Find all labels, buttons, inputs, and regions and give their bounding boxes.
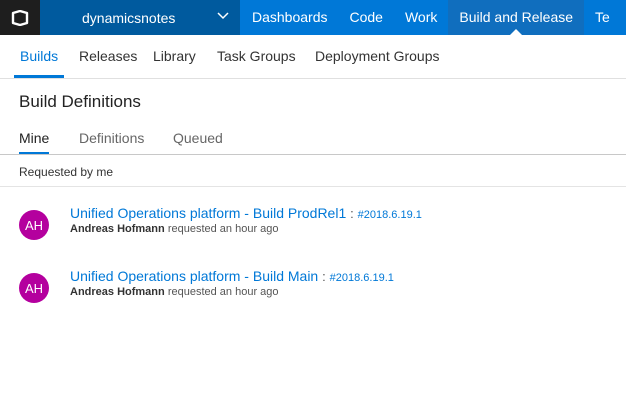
nav-work[interactable]: Work (394, 0, 448, 35)
nav-dashboards[interactable]: Dashboards (240, 0, 339, 35)
tab-queued[interactable]: Queued (173, 130, 223, 146)
nav-test[interactable]: Te (584, 0, 621, 35)
build-number-link[interactable]: #2018.6.19.1 (330, 272, 394, 284)
page-title: Build Definitions (19, 92, 141, 111)
build-number-link[interactable]: #2018.6.19.1 (358, 209, 422, 221)
list-item[interactable]: AH Unified Operations platform - Build M… (0, 268, 626, 323)
build-definition-link[interactable]: Unified Operations platform - Build Main (70, 268, 318, 284)
tab-task-groups[interactable]: Task Groups (217, 35, 296, 78)
tab-mine[interactable]: Mine (19, 130, 50, 154)
chevron-down-icon (216, 8, 230, 25)
requester-name: Andreas Hofmann (70, 223, 165, 235)
nav-code[interactable]: Code (339, 0, 394, 35)
build-title: Unified Operations platform - Build Main… (70, 268, 394, 284)
tab-library[interactable]: Library (153, 35, 196, 78)
build-definition-link[interactable]: Unified Operations platform - Build Prod… (70, 205, 346, 221)
hub-group-nav: Dashboards Code Work Build and Release T… (240, 0, 621, 35)
list-item[interactable]: AH Unified Operations platform - Build P… (0, 205, 626, 260)
build-title: Unified Operations platform - Build Prod… (70, 205, 422, 221)
vsts-logo-icon[interactable] (0, 0, 40, 35)
tab-releases[interactable]: Releases (79, 35, 137, 78)
avatar: AH (19, 210, 49, 240)
requester-name: Andreas Hofmann (70, 286, 165, 298)
active-indicator (14, 75, 65, 78)
request-status: requested an hour ago (167, 223, 279, 235)
pivot-tabs: Mine Definitions Queued (0, 130, 626, 155)
tab-mine-label: Mine (19, 130, 50, 146)
tab-definitions[interactable]: Definitions (79, 130, 144, 146)
account-name: dynamicsnotes (82, 9, 176, 26)
separator: : (350, 206, 354, 221)
request-status: requested an hour ago (167, 286, 279, 298)
tab-builds[interactable]: Builds (14, 35, 65, 78)
account-selector[interactable]: dynamicsnotes (40, 0, 240, 35)
active-indicator (19, 152, 50, 154)
build-meta: Andreas Hofmann requested an hour ago (70, 223, 279, 235)
top-bar: dynamicsnotes Dashboards Code Work Build… (0, 0, 626, 35)
avatar: AH (19, 273, 49, 303)
tab-builds-label: Builds (20, 48, 59, 64)
nav-build-and-release[interactable]: Build and Release (448, 0, 585, 35)
hub-nav: Builds Releases Library Task Groups Depl… (0, 35, 626, 79)
tab-deployment-groups[interactable]: Deployment Groups (315, 35, 440, 78)
group-header: Requested by me (19, 165, 114, 179)
separator: : (322, 269, 326, 284)
divider (0, 186, 626, 187)
build-meta: Andreas Hofmann requested an hour ago (70, 286, 279, 298)
